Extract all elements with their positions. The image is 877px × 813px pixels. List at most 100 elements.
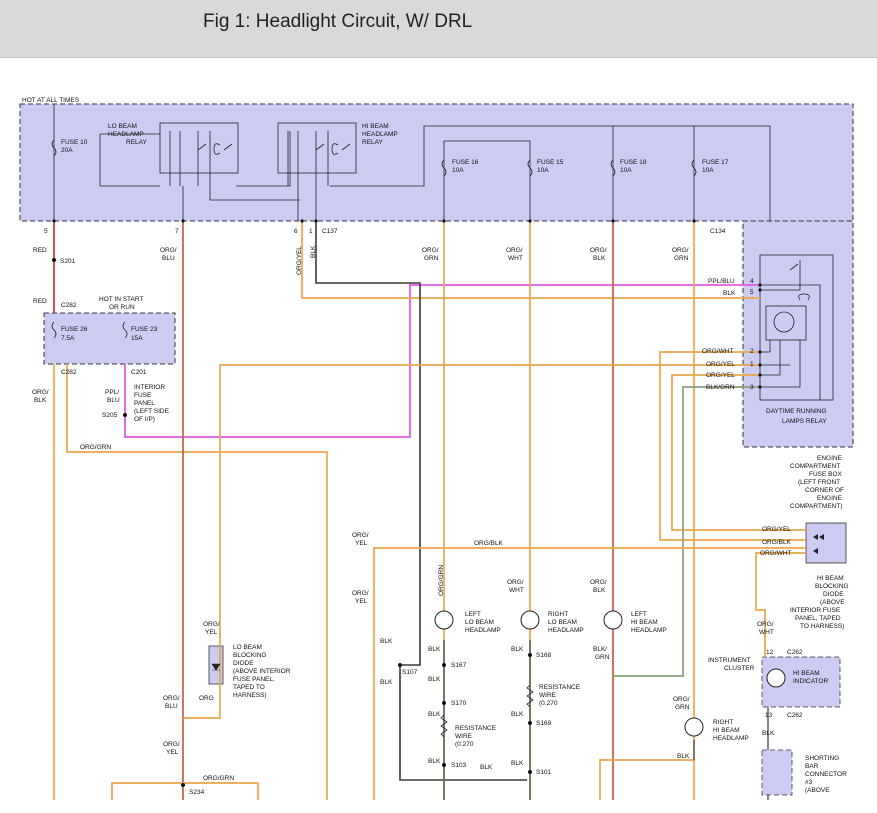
label-org-wht-v1: ORG/	[507, 579, 524, 586]
label-s205: S205	[102, 412, 118, 419]
label-fuse-10-amp: 20A	[61, 147, 73, 154]
label-org-grn-2: GRN	[424, 255, 439, 262]
label-org-yel-h1: ORG/YEL	[706, 361, 735, 368]
label-red: RED	[33, 247, 47, 254]
label-lo-beam-diode: LO BEAM	[233, 644, 262, 651]
label-drl-relay-2: LAMPS RELAY	[782, 418, 827, 425]
label-org-blk-m: ORG/	[590, 247, 607, 254]
label-org-grn-h: ORG/GRN	[80, 444, 111, 451]
figure-title: Fig 1: Headlight Circuit, W/ DRL	[203, 11, 473, 32]
label-lo-beam-diode-5: FUSE PANEL,	[233, 676, 275, 683]
label-fuse-18: FUSE 18	[620, 159, 647, 166]
label-blk-grn-v1: BLK/	[593, 646, 607, 653]
label-resistance-wire-2-3: (0.270	[539, 700, 558, 707]
label-org-yel-l4: YEL	[355, 598, 368, 605]
label-org-yel-l6: YEL	[205, 629, 218, 636]
label-p1: 1	[750, 361, 754, 368]
org-grn-bottom-left-wire	[111, 782, 259, 800]
label-fuse-10: FUSE 10	[61, 139, 88, 146]
label-org-yel-l5: ORG/	[203, 621, 220, 628]
label-org-blk-v1: ORG/	[590, 579, 607, 586]
label-pin-7: 7	[175, 228, 179, 235]
label-org-blu-2: BLU	[162, 255, 175, 262]
label-org-wht: ORG/	[506, 247, 523, 254]
label-engine-fuse-box-3: FUSE BOX	[809, 471, 843, 478]
label-org-blk-m-2: BLK	[593, 255, 606, 262]
label-org-yel-l7: ORG/	[163, 741, 180, 748]
label-blk-f: BLK	[428, 758, 441, 765]
org-wht-diode-to-cluster-wire	[755, 552, 806, 657]
label-blk-c: BLK	[428, 646, 441, 653]
label-left-lo-2: LO BEAM	[465, 619, 494, 626]
label-lo-relay: LO BEAM	[108, 123, 137, 130]
label-engine-fuse-box-7: COMPARTMENT)	[790, 503, 842, 510]
label-hot-in-start: HOT IN START	[99, 296, 143, 303]
org-blk-long-wire	[373, 547, 806, 565]
label-org-wht-v2: WHT	[509, 587, 524, 594]
label-shorting-bar: SHORTING	[805, 755, 839, 762]
label-instrument-cluster: INSTRUMENT	[708, 657, 751, 664]
label-fuse-17: FUSE 17	[702, 159, 729, 166]
label-blk-h2: BLK	[511, 646, 524, 653]
org-grn-bottom-wire	[599, 759, 694, 800]
label-fuse-26-amp: 7.5A	[61, 335, 75, 342]
label-org-grn-r: ORG/	[672, 247, 689, 254]
label-c201: C201	[131, 369, 147, 376]
label-org-yel-l8: YEL	[166, 749, 179, 756]
label-s103: S103	[451, 762, 467, 769]
label-hi-beam-diode-2: BLOCKING	[815, 583, 849, 590]
label-s167: S167	[451, 662, 467, 669]
label-shorting-bar-5: (ABOVE	[805, 787, 830, 794]
label-org-grn-r4: GRN	[675, 704, 690, 711]
label-lo-beam-diode-7: HARNESS)	[233, 692, 267, 699]
label-resistance-wire-2-2: WIRE	[539, 692, 557, 699]
label-lo-beam-diode-3: DIODE	[233, 660, 254, 667]
label-fuse-15-amp: 10A	[537, 167, 549, 174]
label-engine-fuse-box: ENGINE	[817, 455, 843, 462]
label-instrument-cluster-2: CLUSTER	[724, 665, 755, 672]
label-org-yel-vertical: ORG/YEL	[296, 246, 303, 275]
label-pin-6: 6	[294, 228, 298, 235]
label-red-2: RED	[33, 298, 47, 305]
label-org-yel-l3: ORG/	[352, 590, 369, 597]
label-p12: 12	[766, 649, 774, 656]
label-ppl-blu-2: BLU	[107, 397, 120, 404]
label-lo-beam-diode-2: BLOCKING	[233, 652, 267, 659]
org-yel-wire-top	[301, 221, 760, 299]
label-s101: S101	[536, 769, 552, 776]
label-org-wht-v4: WHT	[759, 629, 774, 636]
label-org-blk-v2: BLK	[593, 587, 606, 594]
label-hot-at-all-times: HOT AT ALL TIMES	[22, 97, 80, 104]
label-left-lo: LEFT	[465, 611, 481, 618]
label-drl-relay: DAYTIME RUNNING	[766, 408, 827, 415]
headlight-wiring-diagram: HOT AT ALL TIMES FUSE 10 20A LO BEAM HEA…	[19, 97, 854, 800]
label-ppl-blu: PPL/	[105, 389, 119, 396]
label-fuse-16-amp: 10A	[452, 167, 464, 174]
label-resistance-wire-1-3: (0.270	[455, 741, 474, 748]
label-interior-fuse-panel-3: PANEL	[134, 400, 155, 407]
label-engine-fuse-box-5: CORNER OF	[805, 487, 844, 494]
label-blk-i: BLK	[511, 711, 524, 718]
label-p4: 4	[750, 278, 754, 285]
label-org-grn-r-2: GRN	[674, 255, 689, 262]
label-org-yel-h2: ORG/YEL	[706, 372, 735, 379]
label-pin-1: 1	[309, 228, 313, 235]
label-fuse-17-amp: 10A	[702, 167, 714, 174]
label-lo-beam-diode-6: TAPED TO	[233, 684, 265, 691]
label-org-yel-l2: YEL	[355, 540, 368, 547]
label-org-grn: ORG/	[422, 247, 439, 254]
label-c282-b: C282	[61, 369, 77, 376]
label-p2: 2	[750, 348, 754, 355]
label-fuse-23: FUSE 23	[131, 326, 158, 333]
label-org: ORG	[199, 695, 214, 702]
label-p13: 13	[765, 712, 773, 719]
label-right-lo: RIGHT	[548, 611, 568, 618]
label-interior-fuse-panel-2: FUSE	[134, 392, 152, 399]
label-org-wht-d: ORG/WHT	[760, 550, 791, 557]
label-blk-h: BLK	[723, 290, 736, 297]
label-resistance-wire-1: RESISTANCE	[455, 725, 497, 732]
label-resistance-wire-2: RESISTANCE	[539, 684, 581, 691]
label-blk-l: BLK	[677, 753, 690, 760]
label-blk-grn-v2: GRN	[595, 654, 610, 661]
label-hi-beam-diode-3: DIODE	[823, 591, 844, 598]
